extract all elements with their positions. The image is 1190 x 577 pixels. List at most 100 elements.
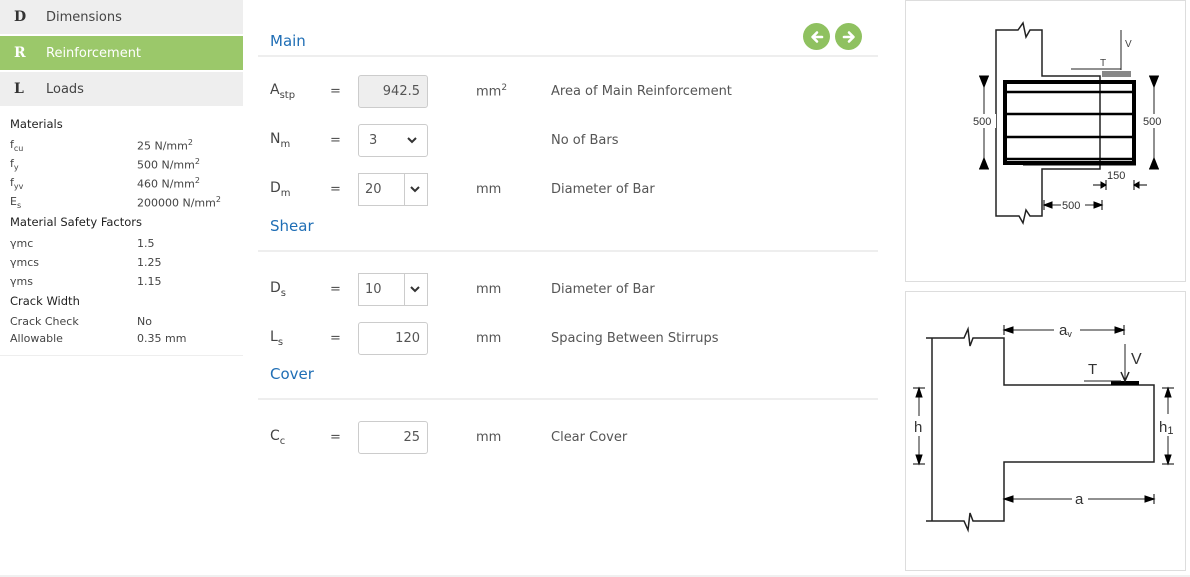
- field-row-nm: Nm = 3 No of Bars: [258, 116, 878, 165]
- bearing-plate: [1102, 71, 1131, 77]
- safety-symbol: γmc: [10, 237, 34, 250]
- safety-row: γmc 1.5: [10, 234, 233, 253]
- nav-label: Dimensions: [46, 9, 122, 25]
- h-label: h: [914, 419, 922, 436]
- field-symbol: Nm: [270, 131, 291, 150]
- reinforcement-diagram: V T 500 500 150 500: [905, 0, 1186, 282]
- field-unit: mm2: [476, 83, 508, 100]
- material-sup: 2: [194, 157, 200, 167]
- ls-input[interactable]: 120: [358, 322, 428, 355]
- field-row-astp: Astp = 942.5 mm2 Area of Main Reinforcem…: [258, 67, 878, 116]
- material-row: fcu 25 N/mm2: [10, 136, 233, 155]
- main-reinforcement: [1003, 80, 1136, 165]
- field-symbol: Ls: [270, 329, 284, 348]
- dim-arrow: [1093, 180, 1107, 190]
- t-label: T: [1100, 58, 1106, 69]
- field-symbol: Cc: [270, 428, 286, 447]
- left-height-label: 500: [973, 116, 991, 128]
- chevron-down-icon: [407, 137, 417, 144]
- dm-combo[interactable]: 20: [358, 173, 428, 206]
- arrow-left-icon: [810, 30, 823, 43]
- v-label: V: [1131, 351, 1142, 368]
- material-row: fy 500 N/mm2: [10, 155, 233, 174]
- crack-value: No: [137, 315, 152, 328]
- t-label: T: [1088, 361, 1097, 378]
- field-description: Diameter of Bar: [551, 182, 655, 197]
- material-value: 25 N/mm: [137, 139, 188, 153]
- nm-select[interactable]: 3: [358, 124, 428, 157]
- safety-factors-heading: Material Safety Factors: [10, 215, 143, 229]
- astp-readonly-field: 942.5: [358, 75, 428, 108]
- material-subscript: yv: [13, 182, 24, 192]
- main-form: Main Astp = 942.5 mm2 Area of Main Reinf…: [258, 0, 878, 462]
- section-title-cover: Cover: [270, 365, 314, 383]
- corbel-notation-diagram: av V T h h1 a: [905, 291, 1186, 571]
- field-row-cc: Cc = 25 mm Clear Cover: [258, 413, 878, 462]
- material-row: fyv 460 N/mm2: [10, 174, 233, 193]
- materials-heading: Materials: [10, 117, 63, 131]
- field-description: Diameter of Bar: [551, 282, 655, 297]
- nav-letter: R: [14, 45, 26, 61]
- material-sup: 2: [194, 176, 200, 186]
- safety-symbol: γms: [10, 275, 33, 288]
- nav-letter: L: [14, 81, 24, 97]
- cc-input[interactable]: 25: [358, 421, 428, 454]
- equals-sign: =: [330, 282, 341, 297]
- field-symbol: Dm: [270, 180, 291, 199]
- material-value: 460 N/mm: [137, 177, 195, 191]
- page-nav: [803, 23, 862, 50]
- material-subscript: s: [16, 201, 22, 211]
- nav-label: Loads: [46, 81, 84, 97]
- material-row: Es 200000 N/mm2: [10, 193, 233, 212]
- sidebar: D Dimensions R Reinforcement L Loads Mat…: [0, 0, 243, 356]
- section-title-shear: Shear: [270, 217, 314, 235]
- equals-sign: =: [330, 84, 341, 99]
- crack-label: Crack Check: [10, 315, 79, 328]
- ds-selected-value[interactable]: 10: [365, 282, 382, 297]
- nm-selected-value: 3: [369, 133, 378, 148]
- field-description: Area of Main Reinforcement: [551, 84, 732, 99]
- equals-sign: =: [330, 430, 341, 445]
- material-subscript: y: [13, 163, 19, 173]
- field-row-dm: Dm = 20 mm Diameter of Bar: [258, 165, 878, 214]
- dm-selected-value[interactable]: 20: [365, 182, 382, 197]
- material-subscript: cu: [13, 144, 24, 154]
- divider: [258, 250, 878, 252]
- safety-value: 1.5: [137, 237, 155, 250]
- material-sup: 2: [215, 195, 221, 205]
- safety-symbol: γmcs: [10, 256, 40, 269]
- length-label: 500: [1062, 200, 1080, 212]
- chevron-down-icon[interactable]: [408, 182, 422, 196]
- field-unit: mm: [476, 331, 502, 346]
- field-description: Clear Cover: [551, 430, 628, 445]
- field-row-ls: Ls = 120 mm Spacing Between Stirrups: [258, 314, 878, 363]
- bearing-width-label: 150: [1107, 170, 1125, 182]
- material-sup: 2: [187, 138, 193, 148]
- crack-row: Allowable 0.35 mm: [10, 330, 233, 347]
- material-value: 500 N/mm: [137, 158, 195, 172]
- next-button[interactable]: [835, 23, 862, 50]
- nav-item-loads[interactable]: L Loads: [0, 72, 243, 106]
- material-symbol: E: [10, 194, 17, 208]
- divider: [258, 55, 878, 57]
- nav-item-reinforcement[interactable]: R Reinforcement: [0, 36, 243, 70]
- field-description: Spacing Between Stirrups: [551, 331, 719, 346]
- crack-width-heading: Crack Width: [10, 294, 80, 308]
- previous-button[interactable]: [803, 23, 830, 50]
- dim-arrow: [1133, 180, 1147, 190]
- field-symbol: Astp: [270, 82, 296, 101]
- summary-panel: Materials fcu 25 N/mm2 fy 500 N/mm2 fyv …: [0, 108, 243, 356]
- corbel-outline: [926, 326, 1155, 533]
- chevron-down-icon[interactable]: [408, 282, 422, 296]
- field-row-ds: Ds = 10 mm Diameter of Bar: [258, 265, 878, 314]
- nav-item-dimensions[interactable]: D Dimensions: [0, 0, 243, 34]
- ds-combo[interactable]: 10: [358, 273, 428, 306]
- safety-value: 1.15: [137, 275, 162, 288]
- safety-row: γms 1.15: [10, 272, 233, 291]
- arrow-right-icon: [842, 30, 855, 43]
- field-unit: mm: [476, 430, 502, 445]
- field-description: No of Bars: [551, 133, 619, 148]
- crack-row: Crack Check No: [10, 313, 233, 330]
- crack-value: 0.35 mm: [137, 332, 187, 345]
- nav-label: Reinforcement: [46, 45, 142, 61]
